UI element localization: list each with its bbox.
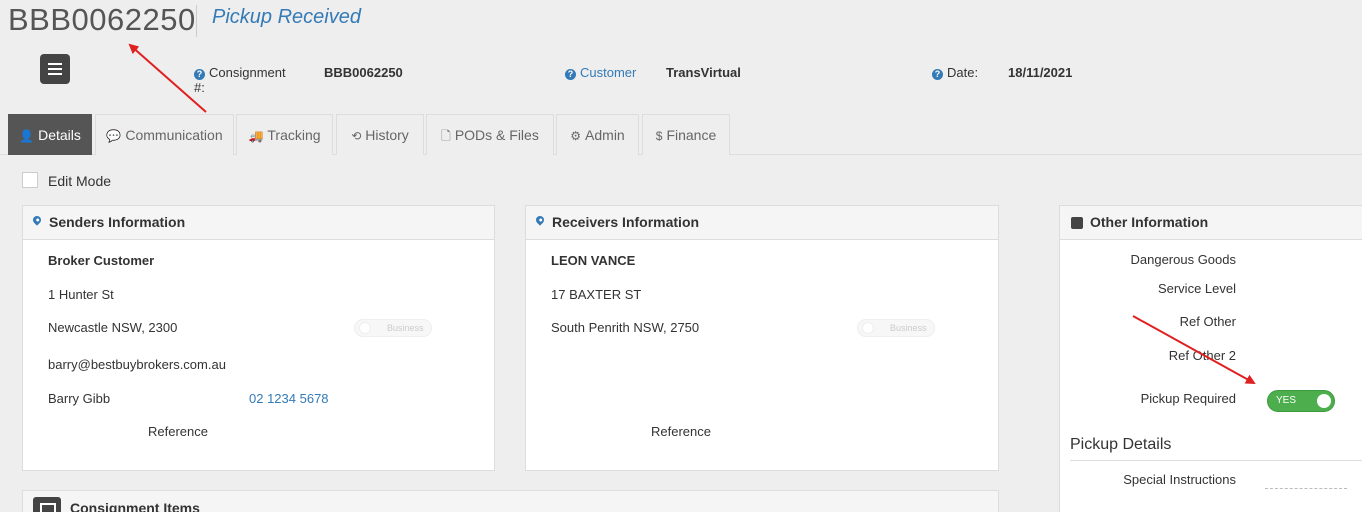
dangerous-goods-label: Dangerous Goods — [1130, 252, 1236, 267]
map-marker-icon — [31, 214, 43, 226]
sender-reference-label: Reference — [148, 424, 208, 439]
tab-bar: 👤 Details 💬 Communication 🚚 Tracking ⟲ Histo… — [8, 114, 1362, 155]
receivers-panel-header: Receivers Information — [526, 206, 998, 240]
gear-icon: ⚙ — [570, 129, 582, 143]
edit-mode-checkbox[interactable] — [22, 172, 38, 188]
receivers-title: Receivers Information — [552, 214, 700, 230]
toggle-label: YES — [1276, 395, 1297, 406]
senders-panel-header: Senders Information — [23, 206, 494, 240]
consignment-id-title: BBB0062250 — [8, 2, 196, 37]
truck-icon: 🚚 — [248, 129, 264, 143]
consignment-items-title: Consignment Items — [70, 500, 200, 512]
special-instructions-field[interactable] — [1265, 488, 1347, 489]
comment-icon: 💬 — [106, 129, 122, 143]
receiver-address-line2: South Penrith NSW, 2750 — [551, 320, 700, 335]
other-info-title: Other Information — [1090, 214, 1209, 230]
sender-address-line2: Newcastle NSW, 2300 — [48, 320, 178, 335]
ref-other-label: Ref Other — [1179, 314, 1236, 329]
sender-email: barry@bestbuybrokers.com.au — [48, 357, 226, 372]
pickup-required-toggle[interactable]: YES — [1267, 390, 1335, 412]
consignment-label: ? Consignment #: — [194, 65, 286, 95]
receiver-business-toggle[interactable]: Business — [857, 319, 935, 337]
help-icon[interactable]: ? — [565, 69, 576, 80]
sender-business-toggle[interactable]: Business — [354, 319, 432, 337]
date-value: 18/11/2021 — [1008, 65, 1073, 80]
special-instructions-label: Special Instructions — [1123, 472, 1236, 487]
tab-details[interactable]: 👤 Details — [8, 114, 92, 155]
edit-mode-label: Edit Mode — [48, 173, 112, 189]
senders-title: Senders Information — [49, 214, 186, 230]
table-icon — [33, 497, 61, 512]
sender-contact: Barry Gibb — [48, 391, 111, 406]
toggle-label: Business — [890, 323, 927, 333]
sender-name: Broker Customer — [48, 253, 155, 268]
sender-phone-link[interactable]: 02 1234 5678 — [249, 391, 329, 406]
service-level-label: Service Level — [1157, 281, 1236, 296]
customer-value: TransVirtual — [666, 65, 741, 80]
dollar-icon: $ — [655, 129, 663, 143]
receiver-address-line1: 17 BAXTER ST — [551, 287, 642, 302]
receiver-reference-label: Reference — [651, 424, 711, 439]
tab-tracking[interactable]: 🚚 Tracking — [236, 114, 333, 155]
pickup-details-divider — [1070, 460, 1362, 461]
pickup-details-heading: Pickup Details — [1070, 436, 1172, 453]
toggle-knob — [862, 322, 874, 334]
toggle-label: Business — [387, 323, 424, 333]
consignment-items-panel: Consignment Items — [22, 490, 999, 512]
help-icon[interactable]: ? — [932, 69, 943, 80]
file-icon: 🗋 — [441, 129, 451, 143]
toggle-knob — [359, 322, 371, 334]
tab-history[interactable]: ⟲ History — [336, 114, 424, 155]
map-marker-icon — [534, 214, 546, 226]
toggle-knob — [1317, 394, 1331, 408]
receivers-panel: Receivers Information LEON VANCE 17 BAXT… — [525, 205, 999, 471]
user-icon: 👤 — [19, 129, 35, 143]
senders-panel: Senders Information Broker Customer 1 Hu… — [22, 205, 495, 471]
history-icon: ⟲ — [351, 129, 362, 143]
ref-other-2-label: Ref Other 2 — [1168, 348, 1236, 363]
consignment-status: Pickup Received — [212, 6, 361, 28]
other-info-panel-header: Other Information — [1060, 206, 1362, 240]
customer-label[interactable]: ? Customer — [565, 65, 636, 80]
date-label: ? Date: — [932, 65, 978, 80]
menu-icon-bar — [48, 73, 62, 75]
menu-icon — [48, 63, 62, 65]
consignment-value: BBB0062250 — [324, 65, 403, 80]
tab-communication[interactable]: 💬 Communication — [95, 114, 234, 155]
square-icon — [1071, 217, 1083, 229]
tab-pods-files[interactable]: 🗋 PODs & Files — [426, 114, 554, 155]
menu-button[interactable] — [40, 54, 70, 84]
help-icon[interactable]: ? — [194, 69, 205, 80]
tab-finance[interactable]: $ Finance — [642, 114, 730, 155]
receiver-name: LEON VANCE — [551, 253, 636, 268]
sender-address-line1: 1 Hunter St — [48, 287, 114, 302]
tab-admin[interactable]: ⚙ Admin — [556, 114, 639, 155]
title-divider — [196, 5, 197, 37]
pickup-required-label: Pickup Required — [1140, 391, 1236, 406]
menu-icon-bar — [48, 68, 62, 70]
